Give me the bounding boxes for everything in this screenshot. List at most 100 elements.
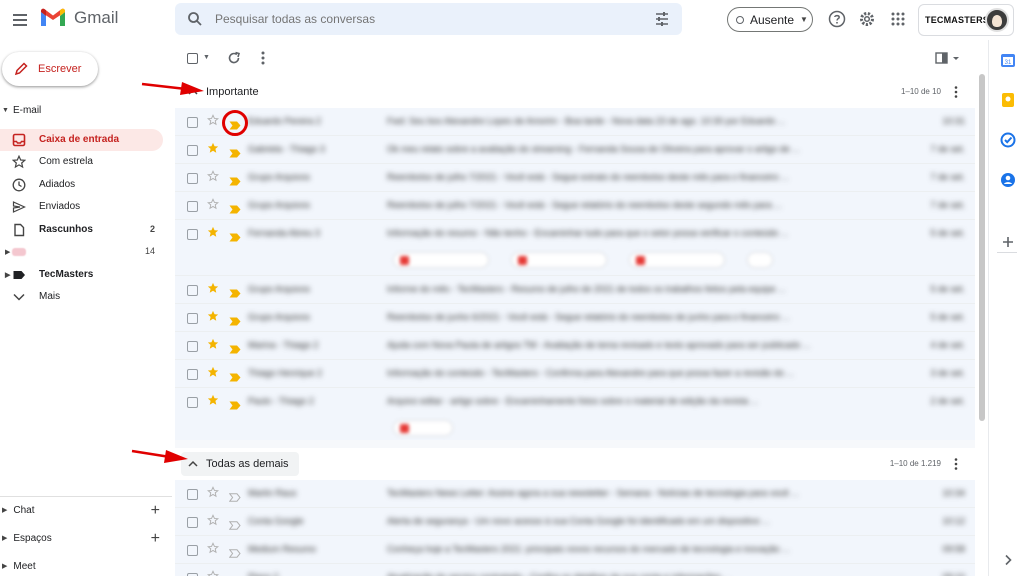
main-menu-icon[interactable] — [10, 10, 30, 30]
star-icon[interactable] — [207, 514, 219, 529]
importance-marker-icon[interactable] — [229, 229, 241, 242]
row-checkbox[interactable] — [187, 117, 198, 128]
row-checkbox[interactable] — [187, 517, 198, 528]
search-options-icon[interactable] — [654, 11, 670, 27]
compose-button[interactable]: Escrever — [2, 52, 98, 86]
sidebar-item-more[interactable]: Mais — [0, 286, 163, 308]
importance-marker-icon[interactable] — [229, 173, 241, 186]
sidebar-item-sent[interactable]: Enviados — [0, 196, 163, 218]
email-row[interactable]: Marina - Thiago 2 Ajuda com Nova Pauta de… — [175, 332, 975, 360]
select-all-checkbox[interactable] — [187, 53, 198, 64]
email-row[interactable]: Gabriela - Thiago 3 Ok meu relato sobre a… — [175, 136, 975, 164]
add-chat-icon[interactable]: + — [151, 502, 160, 520]
row-checkbox[interactable] — [187, 313, 198, 324]
importance-marker-icon[interactable] — [229, 145, 241, 158]
row-checkbox[interactable] — [187, 369, 198, 380]
email-row[interactable]: Grupo Arquivos Reembolso de julho 7/2021 … — [175, 192, 975, 220]
star-icon[interactable] — [207, 486, 219, 501]
account-switcher[interactable]: TECMASTERS — [918, 4, 1014, 36]
email-row[interactable]: Eduardo Pereira 2 Fwd: Seu box Alexandre … — [175, 108, 975, 136]
email-row[interactable]: Medium Resumo Conheça hoje a TecMasters 2… — [175, 536, 975, 564]
row-checkbox[interactable] — [187, 489, 198, 500]
refresh-icon[interactable] — [227, 51, 241, 65]
star-icon[interactable] — [207, 570, 219, 576]
star-icon[interactable] — [207, 198, 219, 213]
section-header-important[interactable]: Importante 1–10 de 10 — [175, 76, 975, 108]
star-filled-icon[interactable] — [207, 226, 219, 241]
attachment-chip[interactable] — [629, 252, 725, 268]
search-icon[interactable] — [187, 11, 203, 27]
chevron-right-icon[interactable] — [1000, 552, 1016, 568]
attachment-chip[interactable] — [393, 252, 489, 268]
apps-grid-icon[interactable] — [889, 10, 907, 28]
importance-marker-icon[interactable] — [228, 489, 241, 502]
importance-marker-icon[interactable] — [229, 369, 241, 382]
sidebar-item-inbox[interactable]: Caixa de entrada — [0, 129, 163, 151]
email-row[interactable]: Paulo - Thiago 2 Arquivo editar - artigo … — [175, 388, 975, 444]
email-row[interactable]: Martin Raus TecMasters News Letter: Assin… — [175, 480, 975, 508]
sidebar-item-label-pill[interactable]: ▶ 14 — [0, 241, 163, 263]
row-checkbox[interactable] — [187, 201, 198, 212]
star-filled-icon[interactable] — [207, 282, 219, 297]
sidebar-item-tecmasters[interactable]: ▶ TecMasters — [0, 264, 163, 286]
row-checkbox[interactable] — [187, 145, 198, 156]
keep-notes-icon[interactable] — [1000, 92, 1016, 108]
sidebar-item-snoozed[interactable]: Adiados — [0, 174, 163, 196]
status-dropdown[interactable]: Ausente ▼ — [727, 7, 813, 32]
star-filled-icon[interactable] — [207, 142, 219, 157]
star-filled-icon[interactable] — [207, 366, 219, 381]
star-icon[interactable] — [207, 170, 219, 185]
search-bar[interactable] — [175, 3, 682, 35]
add-addon-icon[interactable] — [1000, 234, 1016, 250]
more-vertical-icon[interactable] — [255, 49, 271, 67]
scrollbar-thumb[interactable] — [979, 74, 985, 421]
more-vertical-icon[interactable] — [951, 457, 961, 471]
sidebar-section-meet[interactable]: ▶ Meet — [2, 556, 172, 576]
importance-marker-icon[interactable] — [229, 201, 241, 214]
section-header-others[interactable]: Todas as demais 1–10 de 1.219 — [175, 448, 975, 480]
contacts-icon[interactable] — [1000, 172, 1016, 188]
add-space-icon[interactable]: + — [151, 530, 160, 548]
row-checkbox[interactable] — [187, 285, 198, 296]
star-filled-icon[interactable] — [207, 394, 219, 409]
email-row[interactable]: Thiago Henrique 2 Informação do conteúdo … — [175, 360, 975, 388]
gmail-logo[interactable]: Gmail — [40, 8, 118, 28]
tasks-icon[interactable] — [1000, 132, 1016, 148]
star-filled-icon[interactable] — [207, 310, 219, 325]
star-icon[interactable] — [207, 114, 219, 129]
row-checkbox[interactable] — [187, 545, 198, 556]
email-row[interactable]: Conta Google Alerta de segurança - Um nov… — [175, 508, 975, 536]
importance-marker-icon[interactable] — [228, 517, 241, 530]
email-row[interactable]: Plano 2 Atualização do serviço contratado… — [175, 564, 975, 576]
importance-marker-icon[interactable] — [228, 545, 241, 558]
more-attachments-chip[interactable] — [747, 252, 773, 268]
search-input[interactable] — [215, 3, 615, 35]
sidebar-section-chat[interactable]: ▶ Chat + — [2, 500, 172, 520]
importance-marker-icon[interactable] — [229, 285, 241, 298]
calendar-icon[interactable]: 31 — [1000, 52, 1016, 68]
select-options-caret-icon[interactable]: ▼ — [203, 54, 210, 61]
sidebar-section-spaces[interactable]: ▶ Espaços + — [2, 528, 172, 548]
help-icon[interactable] — [828, 10, 846, 28]
avatar[interactable] — [985, 8, 1009, 32]
importance-marker-icon[interactable] — [229, 313, 241, 326]
email-row[interactable]: Grupo Arquivos Informe do mês - TecMaster… — [175, 276, 975, 304]
row-checkbox[interactable] — [187, 397, 198, 408]
star-icon[interactable] — [207, 542, 219, 557]
settings-gear-icon[interactable] — [858, 10, 876, 28]
email-row[interactable]: Grupo Arquivos Reembolso de julho 7/2021 … — [175, 164, 975, 192]
sidebar-item-drafts[interactable]: Rascunhos 2 — [0, 219, 163, 241]
importance-marker-icon[interactable] — [229, 397, 241, 410]
star-filled-icon[interactable] — [207, 338, 219, 353]
sidebar-item-starred[interactable]: Com estrela — [0, 151, 163, 173]
row-checkbox[interactable] — [187, 341, 198, 352]
mail-section-toggle[interactable]: ▼ E-mail — [2, 105, 41, 116]
split-pane-icon[interactable] — [935, 51, 963, 65]
email-row[interactable]: Fernanda Abreu 3 Informação do resumo - N… — [175, 220, 975, 276]
importance-marker-icon[interactable] — [229, 341, 241, 354]
attachment-chip[interactable] — [393, 420, 453, 436]
attachment-chip[interactable] — [511, 252, 607, 268]
row-checkbox[interactable] — [187, 173, 198, 184]
more-vertical-icon[interactable] — [951, 85, 961, 99]
row-checkbox[interactable] — [187, 229, 198, 240]
